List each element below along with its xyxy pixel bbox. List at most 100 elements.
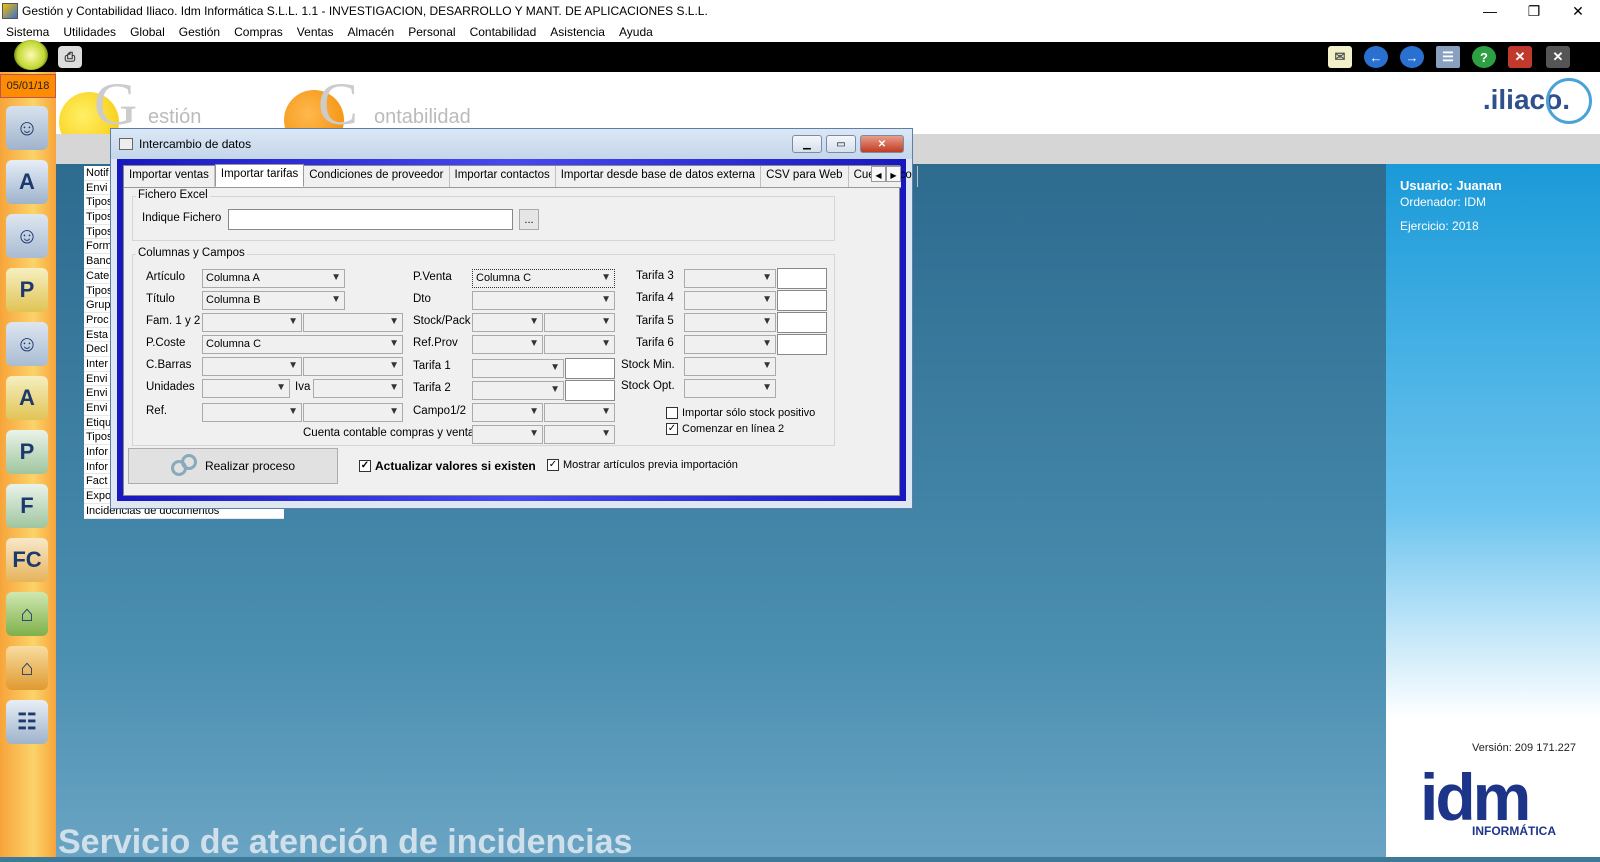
fam2-select[interactable]: ▼ <box>303 313 403 332</box>
tarifa3-select[interactable]: ▼ <box>684 269 776 288</box>
dto-select[interactable]: ▼ <box>472 291 615 310</box>
dialog-controls: ▁ ▭ ✕ <box>788 135 904 153</box>
tarifa4-label: Tarifa 4 <box>636 292 674 304</box>
tarifa1-input[interactable] <box>565 358 615 379</box>
users-icon[interactable]: ☺ <box>6 106 48 150</box>
tarifa1-select[interactable]: ▼ <box>472 359 564 378</box>
dialog-titlebar[interactable]: Intercambio de datos ▁ ▭ ✕ <box>111 129 912 159</box>
articles-icon[interactable]: A <box>6 160 48 204</box>
tarifa5-input[interactable] <box>777 312 827 333</box>
bag-green-icon[interactable]: ⌂ <box>6 592 48 636</box>
forward-icon[interactable]: → <box>1400 46 1424 68</box>
stockmin-select[interactable]: ▼ <box>684 357 776 376</box>
menu-personal[interactable]: Personal <box>408 25 455 39</box>
tarifa6-input[interactable] <box>777 334 827 355</box>
dialog-maximize-button[interactable]: ▭ <box>826 135 856 153</box>
menu-sistema[interactable]: Sistema <box>6 25 49 39</box>
p-doc-icon[interactable]: P <box>6 430 48 474</box>
minimize-button[interactable]: — <box>1468 0 1512 22</box>
pventa-select[interactable]: Columna C ▼ <box>472 269 615 288</box>
dialog-title: Intercambio de datos <box>139 137 252 151</box>
menu-asistencia[interactable]: Asistencia <box>550 25 605 39</box>
tab-csv-web[interactable]: CSV para Web <box>761 166 849 187</box>
idm-logo-sub: INFORMÁTICA <box>1472 824 1556 838</box>
window-icon[interactable]: ☰ <box>1436 46 1460 68</box>
tarifa6-select[interactable]: ▼ <box>684 335 776 354</box>
chevron-down-icon: ▼ <box>601 294 611 305</box>
people-icon[interactable]: ☺ <box>6 322 48 366</box>
mail-icon[interactable]: ✉ <box>1328 46 1352 68</box>
checkbox-checked-icon: ✓ <box>359 460 371 472</box>
person-a-icon[interactable]: A <box>6 376 48 420</box>
campo2-select[interactable]: ▼ <box>544 403 615 422</box>
stockopt-label: Stock Opt. <box>621 380 675 392</box>
realizar-proceso-button[interactable]: Realizar proceso <box>128 448 338 484</box>
tarifa3-label: Tarifa 3 <box>636 270 674 282</box>
tab-importar-contactos[interactable]: Importar contactos <box>450 166 556 187</box>
mostrar-checkbox[interactable]: ✓ Mostrar artículos previa importación <box>547 459 738 471</box>
dialog-close-button[interactable]: ✕ <box>860 135 904 153</box>
fichero-input[interactable] <box>228 209 513 230</box>
pcoste-select[interactable]: Columna C ▼ <box>202 335 403 354</box>
dialog-minimize-button[interactable]: ▁ <box>792 135 822 153</box>
campo1-select[interactable]: ▼ <box>472 403 543 422</box>
menu-ventas[interactable]: Ventas <box>297 25 334 39</box>
tab-importar-ventas[interactable]: Importar ventas <box>124 166 215 187</box>
cuenta1-select[interactable]: ▼ <box>472 425 543 444</box>
ref1-select[interactable]: ▼ <box>202 403 302 422</box>
browse-button[interactable]: ... <box>519 209 539 230</box>
menu-compras[interactable]: Compras <box>234 25 283 39</box>
menu-global[interactable]: Global <box>130 25 165 39</box>
tab-importar-tarifas[interactable]: Importar tarifas <box>214 164 305 187</box>
tarifa4-input[interactable] <box>777 290 827 311</box>
back-icon[interactable]: ← <box>1364 46 1388 68</box>
tarifa2-select[interactable]: ▼ <box>472 381 564 400</box>
chevron-down-icon: ▼ <box>331 294 341 305</box>
unidades-select[interactable]: ▼ <box>202 379 290 398</box>
cuenta2-select[interactable]: ▼ <box>544 425 615 444</box>
bag-orange-icon[interactable]: ⌂ <box>6 646 48 690</box>
refprov1-select[interactable]: ▼ <box>472 335 543 354</box>
linea2-checkbox[interactable]: ✓ Comenzar en línea 2 <box>666 423 784 435</box>
chevron-down-icon: ▼ <box>529 428 539 439</box>
person-p-icon[interactable]: P <box>6 268 48 312</box>
stock-positivo-checkbox[interactable]: Importar sólo stock positivo <box>666 407 815 419</box>
help-icon[interactable]: ? <box>1472 46 1496 68</box>
printer-icon[interactable]: ⎙ <box>58 46 82 68</box>
close-icon[interactable]: ✕ <box>1508 46 1532 68</box>
tab-scroll-right-icon[interactable]: ▶ <box>886 166 901 182</box>
f-doc-icon[interactable]: F <box>6 484 48 528</box>
tab-condiciones-proveedor[interactable]: Condiciones de proveedor <box>304 166 450 187</box>
tarifa2-input[interactable] <box>565 380 615 401</box>
chevron-down-icon: ▼ <box>529 316 539 327</box>
ref2-select[interactable]: ▼ <box>303 403 403 422</box>
fam1-select[interactable]: ▼ <box>202 313 302 332</box>
notebook-icon[interactable]: ☷ <box>6 700 48 744</box>
actualizar-checkbox[interactable]: ✓ Actualizar valores si existen <box>359 459 536 473</box>
tab-importar-base-externa[interactable]: Importar desde base de datos externa <box>556 166 762 187</box>
exit-icon[interactable]: ✕ <box>1546 46 1570 68</box>
tarifa5-select[interactable]: ▼ <box>684 313 776 332</box>
stockpack2-select[interactable]: ▼ <box>544 313 615 332</box>
tab-scroll-left-icon[interactable]: ◀ <box>871 166 886 182</box>
menu-almacen[interactable]: Almacén <box>348 25 395 39</box>
close-button[interactable]: ✕ <box>1556 0 1600 22</box>
restore-button[interactable]: ❐ <box>1512 0 1556 22</box>
stockopt-select[interactable]: ▼ <box>684 379 776 398</box>
tarifa4-select[interactable]: ▼ <box>684 291 776 310</box>
cbarras2-select[interactable]: ▼ <box>303 357 403 376</box>
cbarras1-select[interactable]: ▼ <box>202 357 302 376</box>
home-orb-icon[interactable] <box>14 40 48 70</box>
menu-utilidades[interactable]: Utilidades <box>63 25 116 39</box>
stockpack1-select[interactable]: ▼ <box>472 313 543 332</box>
person-icon[interactable]: ☺ <box>6 214 48 258</box>
titulo-select[interactable]: Columna B ▼ <box>202 291 345 310</box>
menu-contabilidad[interactable]: Contabilidad <box>470 25 537 39</box>
articulo-select[interactable]: Columna A ▼ <box>202 269 345 288</box>
menu-ayuda[interactable]: Ayuda <box>619 25 653 39</box>
refprov2-select[interactable]: ▼ <box>544 335 615 354</box>
menu-gestion[interactable]: Gestión <box>179 25 220 39</box>
tarifa3-input[interactable] <box>777 268 827 289</box>
fc-doc-icon[interactable]: FC <box>6 538 48 582</box>
iva-select[interactable]: ▼ <box>313 379 403 398</box>
